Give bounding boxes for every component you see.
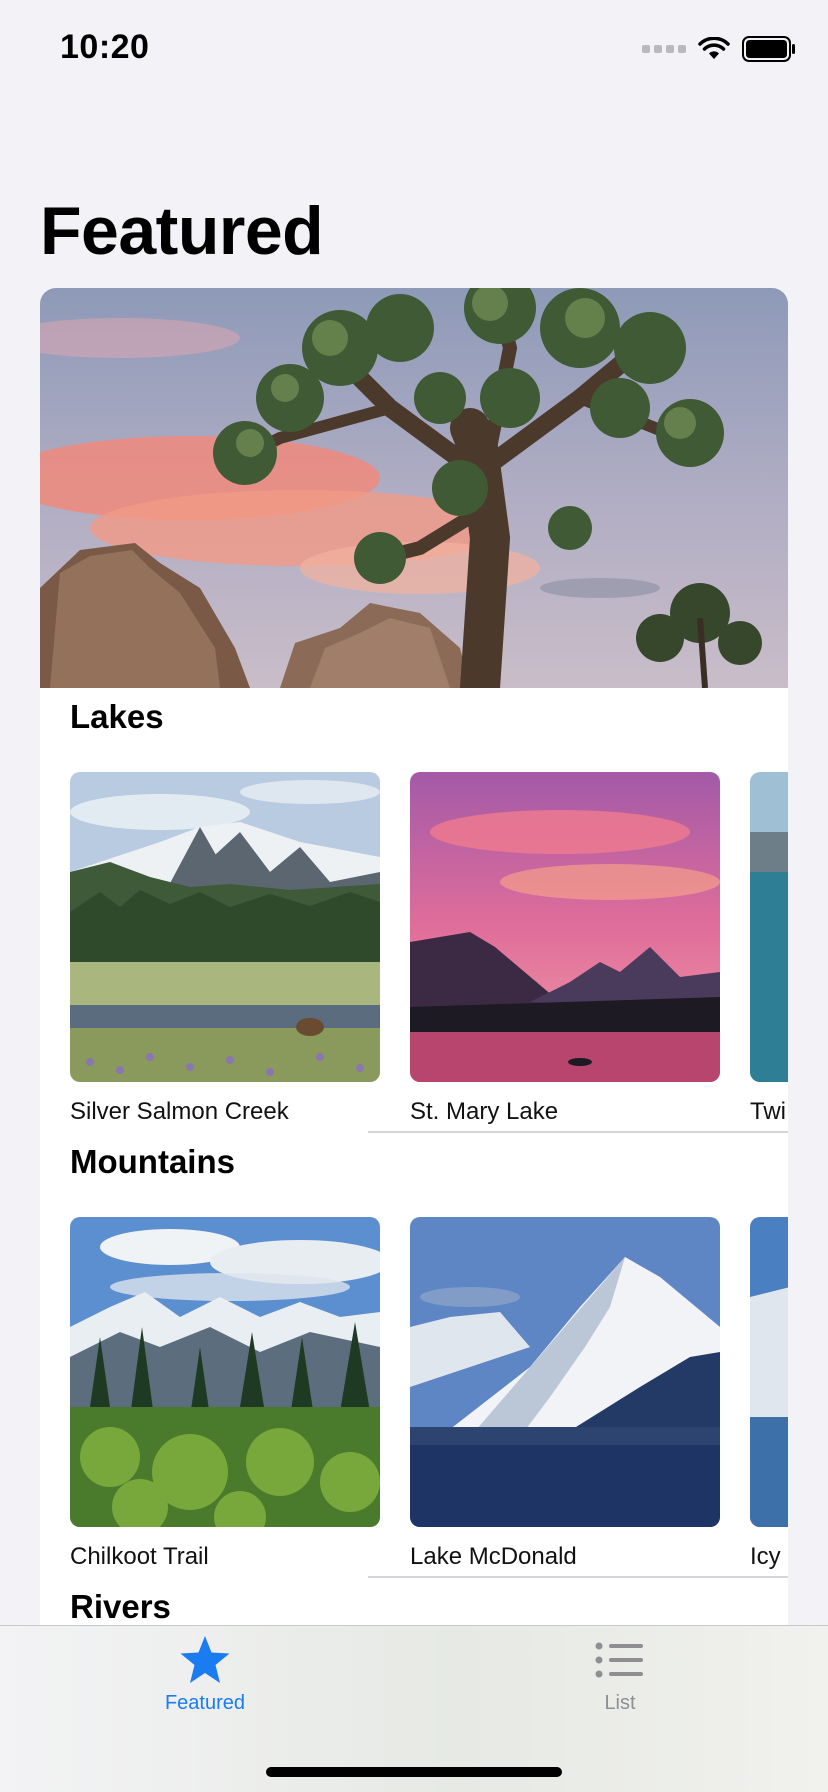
landmark-tile[interactable]: St. Mary Lake [410, 772, 720, 1126]
landmark-tile[interactable]: Icy [750, 1217, 788, 1571]
home-indicator[interactable] [266, 1767, 562, 1777]
landmark-tile[interactable]: Silver Salmon Creek [70, 772, 380, 1126]
battery-icon [742, 36, 795, 62]
wifi-icon [698, 37, 730, 59]
landmark-name: Silver Salmon Creek [70, 1098, 289, 1125]
list-icon [595, 1642, 643, 1678]
landmark-image [750, 1217, 788, 1527]
mountains-row[interactable]: Chilkoot Trail Lake McDonald Icy [70, 1217, 788, 1577]
cellular-signal-icon [642, 45, 686, 53]
section-title-mountains: Mountains [70, 1143, 235, 1180]
section-divider [368, 1131, 788, 1133]
landmark-name: Chilkoot Trail [70, 1543, 209, 1570]
landmark-image [70, 1217, 380, 1527]
tab-list[interactable]: List [520, 1634, 720, 1715]
status-time: 10:20 [60, 28, 150, 66]
hero-image[interactable] [40, 288, 788, 688]
landmark-image [410, 1217, 720, 1527]
lakes-row[interactable]: Silver Salmon Creek St. Mary Lake Twi [70, 772, 788, 1132]
landmark-name: Lake McDonald [410, 1543, 577, 1570]
landmark-name: Twi [750, 1098, 786, 1125]
featured-card: Lakes Silver Salmon Creek St. Mary Lake … [40, 288, 788, 1628]
landmark-image [410, 772, 720, 1082]
landmark-tile[interactable]: Chilkoot Trail [70, 1217, 380, 1571]
tab-label-list: List [604, 1692, 636, 1714]
page-title: Featured [40, 193, 324, 269]
tab-featured[interactable]: Featured [105, 1634, 305, 1715]
landmark-name: Icy [750, 1543, 781, 1570]
tab-label-featured: Featured [164, 1692, 246, 1714]
landmark-tile[interactable]: Lake McDonald [410, 1217, 720, 1571]
section-divider [368, 1576, 788, 1578]
landmark-image [70, 772, 380, 1082]
landmark-tile[interactable]: Twi [750, 772, 788, 1126]
section-title-lakes: Lakes [70, 698, 164, 735]
landmark-name: St. Mary Lake [410, 1098, 559, 1125]
status-icons [642, 36, 796, 62]
section-title-rivers: Rivers [70, 1588, 171, 1625]
star-icon [180, 1636, 230, 1683]
landmark-image [750, 772, 788, 1082]
app-screen: 10:20 Featured Lakes Silver Salmon Creek… [0, 0, 828, 1792]
